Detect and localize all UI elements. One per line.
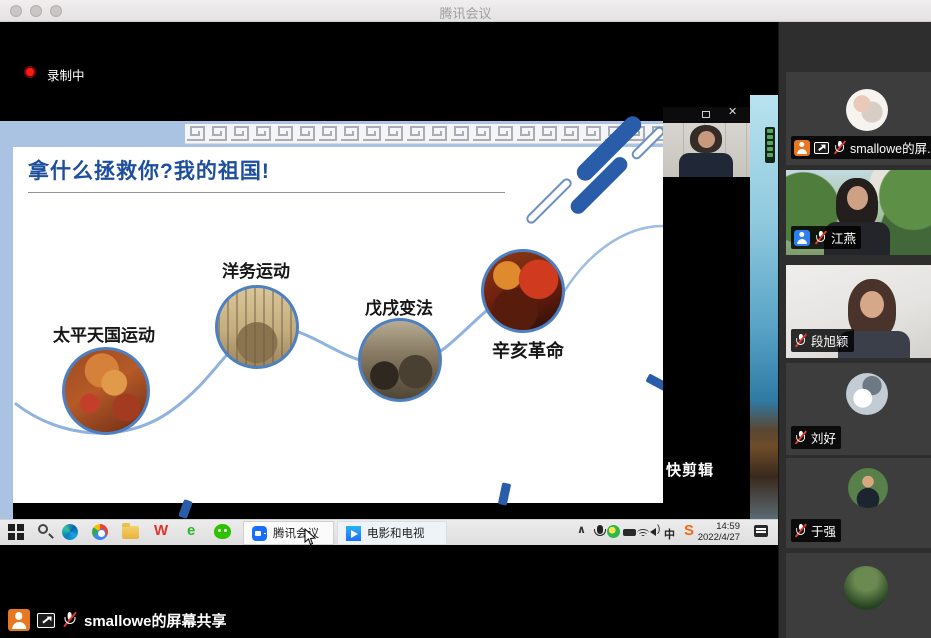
- presenter-face: [698, 131, 715, 148]
- participant-badge: 于强: [791, 519, 841, 542]
- wifi-icon[interactable]: [637, 527, 649, 537]
- meeting-window: 录制中 拿什么拯救你?我的祖国! 太平天国运动 洋务运动 戊戌变法 辛亥革命: [0, 0, 931, 638]
- presenter-icon: [8, 609, 30, 631]
- avatar: [844, 566, 888, 610]
- participant-tile-jiangyan[interactable]: 江燕: [786, 170, 931, 255]
- screen-share-icon: [814, 142, 829, 154]
- start-button-icon[interactable]: [8, 524, 24, 540]
- presenter-icon: [794, 140, 810, 156]
- share-banner-label: smallowe的屏幕共享: [84, 610, 227, 631]
- timeline-label-taiping: 太平天国运动: [53, 321, 155, 346]
- avatar: [846, 373, 888, 415]
- close-icon[interactable]: ✕: [728, 105, 737, 118]
- screen-share-banner: smallowe的屏幕共享: [8, 607, 227, 633]
- timeline-image-yangwu: [215, 285, 299, 369]
- participant-tile-yuqiang[interactable]: 于强: [786, 458, 931, 548]
- edge-browser-icon[interactable]: [62, 524, 78, 540]
- tray-microphone-icon[interactable]: [597, 525, 603, 534]
- wechat-icon[interactable]: [214, 524, 231, 539]
- avatar: [848, 468, 888, 508]
- ime-indicator[interactable]: 中: [664, 526, 675, 542]
- participant-tile-smallowe[interactable]: smallowe的屏.: [786, 72, 931, 165]
- participant-tile-liuhao[interactable]: 刘好: [786, 363, 931, 455]
- minimize-icon[interactable]: [702, 111, 710, 118]
- file-explorer-icon[interactable]: [122, 526, 139, 539]
- mic-muted-icon: [62, 612, 77, 629]
- ie-browser-icon[interactable]: e: [187, 522, 195, 539]
- movies-tv-icon: [346, 526, 361, 541]
- participant-face: [860, 291, 884, 318]
- notification-center-icon[interactable]: [754, 525, 768, 537]
- taskbar-time: 14:59: [694, 521, 740, 532]
- participant-name: 于强: [811, 521, 836, 540]
- participant-badge: 江燕: [791, 226, 861, 249]
- participant-tile-duanxuying[interactable]: 段旭颖: [786, 265, 931, 358]
- timeline-image-wuxu: [358, 318, 442, 402]
- taskbar-date: 2022/4/27: [694, 532, 740, 543]
- presenter-body: [679, 153, 733, 177]
- mic-muted-icon: [814, 230, 827, 245]
- participant-name: 段旭颖: [811, 331, 849, 350]
- participant-name: smallowe的屏.: [850, 138, 931, 157]
- timeline-label-yangwu: 洋务运动: [222, 257, 290, 282]
- timeline-image-xinhai: [481, 249, 565, 333]
- tray-device-icon[interactable]: [623, 529, 636, 536]
- mic-muted-icon: [794, 333, 807, 348]
- avatar: [846, 89, 888, 131]
- taskbar-app-label: 电影和电视: [367, 525, 425, 541]
- tray-chevron-icon[interactable]: ∧: [577, 523, 586, 536]
- timeline-image-taiping: [62, 347, 150, 435]
- participant-name: 江燕: [831, 228, 856, 247]
- taskbar-app-movies-tv[interactable]: 电影和电视: [337, 521, 447, 545]
- participant-badge: smallowe的屏.: [791, 136, 931, 159]
- presenter-camera-feed: [663, 123, 750, 177]
- participant-icon: [794, 230, 810, 246]
- window-title: 腾讯会议: [0, 3, 931, 22]
- tray-360-icon[interactable]: [607, 525, 620, 538]
- mic-muted-icon: [794, 523, 807, 538]
- mic-muted-icon: [794, 430, 807, 445]
- participant-name: 刘好: [811, 428, 836, 447]
- participant-badge: 段旭颖: [791, 329, 854, 352]
- participant-tile-partial[interactable]: [786, 553, 931, 638]
- search-icon[interactable]: [38, 524, 48, 534]
- editor-watermark: 快剪辑: [666, 459, 714, 480]
- tencent-meeting-icon: [252, 526, 267, 541]
- screen-share-icon: [37, 613, 55, 628]
- participant-badge: 刘好: [791, 426, 841, 449]
- timeline-label-wuxu: 戊戌变法: [365, 294, 433, 319]
- timeline-label-xinhai: 辛亥革命: [492, 337, 564, 363]
- taskbar-app-tencent-meeting[interactable]: 腾讯会议: [243, 521, 334, 545]
- taskbar-clock[interactable]: 14:59 2022/4/27: [694, 521, 740, 543]
- participant-face: [847, 186, 868, 210]
- chrome-browser-icon[interactable]: [92, 524, 108, 540]
- audio-level-meter: [765, 127, 775, 163]
- mouse-cursor: [303, 528, 317, 546]
- mic-muted-icon: [833, 140, 846, 155]
- sogou-icon[interactable]: S: [684, 522, 694, 539]
- wps-icon[interactable]: W: [154, 522, 168, 539]
